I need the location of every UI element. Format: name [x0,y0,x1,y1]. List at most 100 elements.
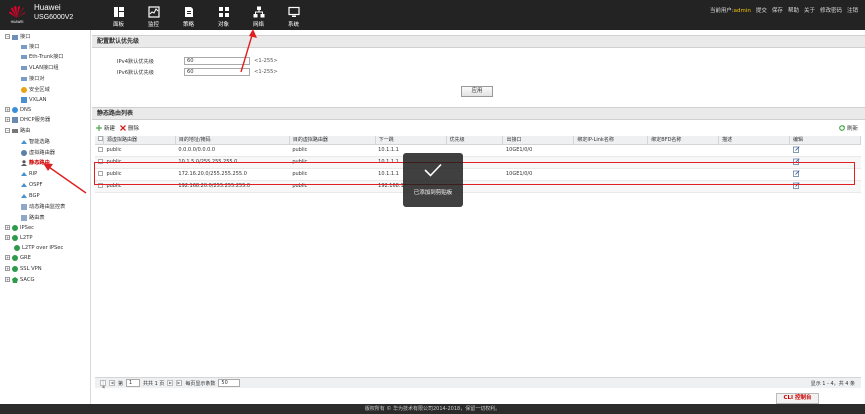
row-checkbox[interactable] [98,146,103,152]
cli-console-button[interactable]: CLI 控制台 [776,393,819,404]
select-all-cell [95,136,104,145]
header-user-links: 当前用户:admin 提交 保存 帮助 关于 修改密码 注销 [710,6,858,14]
cell-out-interface [502,180,574,193]
cell-dest-vrouter: public [289,156,376,169]
table-row[interactable]: public 0.0.0.0/0.0.0.0 public 10.1.1.1 1… [95,144,861,157]
tree-item-gre[interactable]: + GRE [5,253,31,262]
tree-item-routing[interactable]: − 路由 [5,126,30,135]
select-all-checkbox[interactable] [98,136,103,142]
col-ip-link[interactable]: 绑定IP-Link名称 [573,136,649,145]
expand-icon[interactable]: + [5,277,10,282]
tree-item-dynamic-route-monitor[interactable]: 动态路由监控表 [21,202,65,211]
tree-item-static-route[interactable]: 静态路由 [21,158,50,167]
prev-page-icon[interactable]: ◀ [109,380,115,386]
first-page-icon[interactable]: |◀ [100,380,106,389]
tree-item-dns[interactable]: + DNS [5,105,31,114]
cell-description [718,168,790,181]
col-dest-vrouter[interactable]: 目的虚拟路由器 [289,136,376,145]
collapse-icon[interactable]: − [5,128,10,133]
tree-item-eth-trunk[interactable]: Eth-Trunk接口 [21,52,64,61]
nav-dashboard[interactable]: 面板 [101,0,136,30]
tree-item-ospf[interactable]: OSPF [21,180,43,189]
expand-icon[interactable]: + [5,117,10,122]
tree-item-ssl-vpn[interactable]: + SSL VPN [5,264,42,273]
ipv6-priority-input[interactable]: 60 [184,68,250,76]
delete-route-button[interactable]: 删除 [120,124,139,132]
submit-link[interactable]: 提交 [756,6,767,14]
ipv4-priority-input[interactable]: 60 [184,57,250,65]
cell-source-vrouter: public [103,168,176,181]
collapse-icon[interactable]: − [5,34,10,39]
edit-icon[interactable] [792,169,800,177]
tree-item-route-table[interactable]: 路由表 [21,213,45,222]
expand-icon[interactable]: + [5,235,10,240]
cell-bfd [647,168,719,181]
tree-item-l2tp[interactable]: + L2TP [5,233,33,242]
nav-policy[interactable]: 策略 [171,0,206,30]
expand-icon[interactable]: + [5,107,10,112]
current-user: admin [733,8,751,14]
col-bfd[interactable]: 绑定BFD名称 [647,136,720,145]
per-page-select[interactable]: 50 [218,379,241,387]
tree-item-virtual-router[interactable]: 虚拟路由器 [21,148,55,157]
priority-panel-title: 配置默认优先级 [92,35,865,48]
change-password-link[interactable]: 修改密码 [820,6,842,14]
pagination-bar: |◀ ◀ 第 1 共共 1 页 ▶ ▶| 每页显示条数 50 显示 1 - 4，… [95,377,861,389]
new-route-button[interactable]: 新建 [96,124,115,132]
tree-item-bgp[interactable]: BGP [21,191,40,200]
col-priority[interactable]: 优先级 [446,136,504,145]
edit-icon[interactable] [792,157,800,165]
toast-message: 已添加到剪贴板 [413,190,453,196]
tree-item-vlan-group[interactable]: VLAN接口组 [21,63,59,72]
col-destination[interactable]: 目的地址/掩码 [175,136,290,145]
about-link[interactable]: 关于 [804,6,815,14]
tree-item-interface-pair[interactable]: 接口对 [21,74,45,83]
nav-monitor[interactable]: 监控 [136,0,171,30]
col-description[interactable]: 描述 [718,136,791,145]
tree-item-security-zone[interactable]: 安全区域 [21,85,50,94]
footer-copyright: 版权所有 © 华为技术有限公司2014-2018，保留一切权利。 [0,404,865,414]
expand-icon[interactable]: + [5,266,10,271]
page-prefix: 第 [118,380,124,387]
cell-edit [789,144,861,157]
object-icon [218,7,229,17]
col-next-hop[interactable]: 下一跳 [375,136,447,145]
tree-item-smart-routing[interactable]: 智能选路 [21,137,50,146]
tree-item-ipsec[interactable]: + IPSec [5,223,34,232]
edit-icon[interactable] [792,145,800,153]
table-row[interactable]: public 10.1.5.0/255.255.255.0 public 10.… [95,156,861,169]
tree-item-vxlan[interactable]: VXLAN [21,95,47,104]
apply-button[interactable]: 应用 [461,86,493,97]
edit-icon[interactable] [792,181,800,189]
col-out-interface[interactable]: 出接口 [502,136,575,145]
page-number-input[interactable]: 1 [126,379,141,387]
save-link[interactable]: 保存 [772,6,783,14]
tree-item-interface[interactable]: 接口 [21,42,39,51]
expand-icon[interactable]: + [5,225,10,230]
expand-icon[interactable]: + [5,255,10,260]
help-link[interactable]: 帮助 [788,6,799,14]
tree-item-interface-group[interactable]: − 接口 [5,32,30,41]
tree-item-l2tp-over-ipsec[interactable]: L2TP over IPSec [14,243,63,252]
row-checkbox[interactable] [98,170,103,176]
tree-item-rip[interactable]: RIP [21,169,37,178]
table-row[interactable]: public 172.16.20.0/255.255.255.0 public … [95,168,861,181]
logout-link[interactable]: 注销 [847,6,858,14]
tree-item-dhcp[interactable]: + DHCP服务器 [5,115,50,124]
refresh-button[interactable]: 刷新 [839,124,858,132]
col-source-vrouter[interactable]: 源虚拟路由器 [103,136,176,145]
top-header: HUAWEI Huawei USG6000V2 面板 监控 策略 对象 网络 系… [0,0,865,30]
tree-item-sacg[interactable]: + SACG [5,275,35,284]
nav-network[interactable]: 网络 [241,0,276,30]
nav-system[interactable]: 系统 [276,0,311,30]
table-row[interactable]: public 192.168.20.0/255.255.255.0 public… [95,180,861,193]
interface-pair-icon [21,76,27,81]
last-page-icon[interactable]: ▶| [176,380,183,386]
network-icon [253,6,264,18]
row-checkbox[interactable] [98,158,103,164]
vxlan-icon [21,96,27,103]
nav-object[interactable]: 对象 [206,0,241,30]
row-checkbox[interactable] [98,182,103,188]
cell-dest-vrouter: public [289,144,376,157]
next-page-icon[interactable]: ▶ [167,380,174,386]
